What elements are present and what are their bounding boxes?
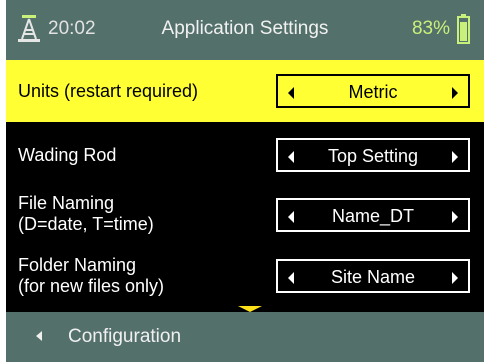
setting-row-file-naming[interactable]: File Naming (D=date, T=time) Name_DT (6, 184, 484, 246)
setting-label-folder-naming: Folder Naming (18, 255, 137, 275)
status-bar: 20:02 Application Settings 83% (6, 0, 484, 60)
previous-value-arrow-icon[interactable] (288, 272, 294, 284)
setting-sublabel-folder-naming: (for new files only) (18, 276, 165, 296)
folder-naming-selector[interactable]: Site Name (276, 259, 470, 293)
folder-naming-value: Site Name (330, 267, 416, 287)
wading-rod-value: Top Setting (327, 146, 419, 166)
previous-value-arrow-icon[interactable] (288, 151, 294, 163)
setting-label-file-naming: File Naming (18, 193, 115, 213)
back-arrow-icon[interactable] (36, 331, 42, 341)
previous-value-arrow-icon[interactable] (288, 211, 294, 223)
setting-sublabel-file-naming: (D=date, T=time) (18, 214, 154, 234)
next-value-arrow-icon[interactable] (452, 272, 458, 284)
setting-label-units: Units (restart required) (18, 81, 199, 101)
next-value-arrow-icon[interactable] (452, 211, 458, 223)
file-naming-selector[interactable]: Name_DT (276, 198, 470, 232)
device-screen: 20:02 Application Settings 83% Units (re… (6, 0, 484, 362)
units-value: Metric (348, 82, 398, 102)
setting-row-folder-naming[interactable]: Folder Naming (for new files only) Site … (6, 246, 484, 310)
battery-percent: 83% (411, 18, 450, 39)
setting-row-units[interactable]: Units (restart required) Metric (6, 60, 484, 122)
setting-row-wading-rod[interactable]: Wading Rod Top Setting (6, 122, 484, 184)
units-selector[interactable]: Metric (276, 74, 470, 108)
back-button-label[interactable]: Configuration (68, 326, 181, 348)
wading-rod-selector[interactable]: Top Setting (276, 138, 470, 172)
setting-label-wading-rod: Wading Rod (18, 145, 117, 165)
file-naming-value: Name_DT (331, 206, 415, 226)
next-value-arrow-icon[interactable] (452, 151, 458, 163)
battery-icon (457, 14, 470, 44)
settings-list: Units (restart required) Metric Wading R… (6, 60, 484, 310)
previous-value-arrow-icon[interactable] (288, 87, 294, 99)
footer-bar: Configuration (6, 312, 484, 362)
next-value-arrow-icon[interactable] (452, 87, 458, 99)
